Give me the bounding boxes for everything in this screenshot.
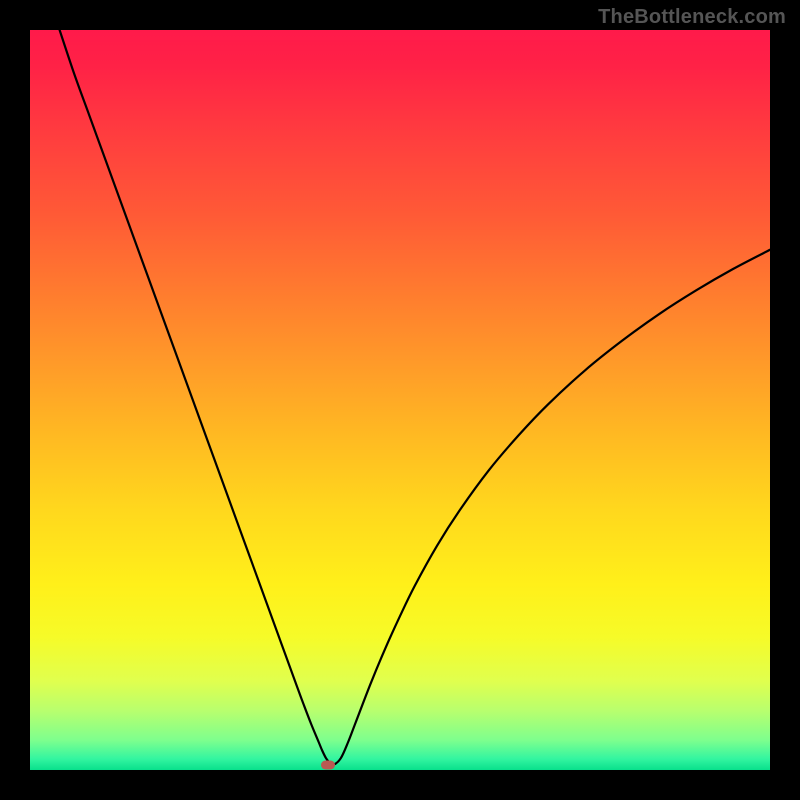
minimum-marker (321, 760, 335, 769)
chart-svg (30, 30, 770, 770)
watermark-text: TheBottleneck.com (598, 6, 786, 29)
chart-frame: TheBottleneck.com (0, 0, 800, 800)
plot-area (30, 30, 770, 770)
plot-background (30, 30, 770, 770)
